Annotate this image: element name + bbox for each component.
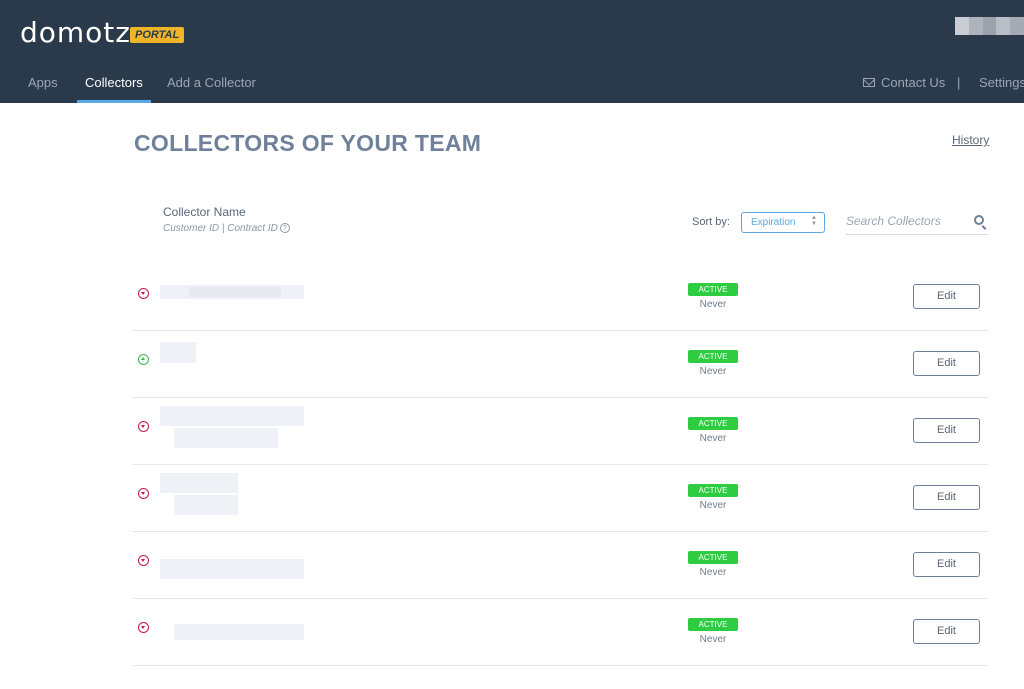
nav-tab-collectors[interactable]: Collectors — [77, 66, 151, 103]
top-bar: domotz PORTAL Apps Collectors Add a Coll… — [0, 0, 1024, 103]
edit-button[interactable]: Edit — [913, 351, 980, 376]
collector-name-redacted — [160, 406, 304, 426]
contact-us-link[interactable]: Contact Us — [863, 66, 945, 103]
status-badge: ACTIVE — [688, 417, 738, 430]
edit-button[interactable]: Edit — [913, 485, 980, 510]
main-nav: Apps Collectors Add a Collector Contact … — [0, 66, 1024, 103]
search-icon[interactable] — [974, 215, 984, 225]
history-link[interactable]: History — [952, 133, 989, 147]
column-subtitle: Customer ID | Contract ID? — [163, 223, 290, 234]
sort-by-label: Sort by: — [692, 216, 730, 228]
status-badge: ACTIVE — [688, 283, 738, 296]
expand-icon[interactable] — [138, 488, 149, 499]
collector-name-redacted — [174, 495, 238, 515]
status-badge: ACTIVE — [688, 551, 738, 564]
mail-icon — [863, 78, 875, 88]
settings-link[interactable]: Settings — [979, 66, 1024, 103]
edit-button[interactable]: Edit — [913, 619, 980, 644]
sort-select-value: Expiration — [751, 217, 796, 228]
collector-name-redacted — [174, 428, 278, 448]
nav-separator: | — [957, 75, 961, 90]
edit-button[interactable]: Edit — [913, 284, 980, 309]
collector-row: ACTIVE Never Edit — [133, 398, 988, 465]
collector-name-redacted — [174, 624, 304, 640]
collector-row: ACTIVE Never Edit — [133, 532, 988, 599]
status-badge: ACTIVE — [688, 350, 738, 363]
page-title: COLLECTORS OF YOUR TEAM — [134, 130, 482, 156]
info-icon[interactable]: ? — [279, 223, 290, 233]
expand-icon[interactable] — [138, 555, 149, 566]
expand-icon[interactable] — [138, 421, 149, 432]
expiry-text: Never — [699, 366, 727, 377]
collector-row: ACTIVE Never Edit — [133, 264, 988, 331]
collapse-icon[interactable] — [138, 354, 149, 365]
expiry-text: Never — [699, 634, 727, 645]
collector-row: ACTIVE Never Edit — [133, 599, 988, 666]
status-badge: ACTIVE — [688, 484, 738, 497]
collector-name-redacted — [160, 559, 304, 579]
sort-select[interactable]: Expiration ▲ ▼ — [741, 212, 825, 233]
column-title: Collector Name — [163, 205, 246, 219]
collector-column-header: Collector Name Customer ID | Contract ID… — [163, 205, 290, 234]
nav-tab-add-collector[interactable]: Add a Collector — [167, 66, 256, 103]
search-input[interactable] — [846, 210, 964, 232]
collector-row: ACTIVE Never Edit — [133, 465, 988, 532]
portal-badge: PORTAL — [130, 27, 185, 43]
logo[interactable]: domotz — [20, 16, 131, 49]
column-subtitle-text: Customer ID | Contract ID — [163, 223, 278, 234]
expiry-text: Never — [699, 433, 727, 444]
collector-name-redacted — [160, 342, 196, 363]
expiry-text: Never — [699, 500, 727, 511]
collector-row: ACTIVE Never Edit — [133, 331, 988, 398]
collector-name-redacted — [160, 473, 238, 493]
expand-icon[interactable] — [138, 622, 149, 633]
expiry-text: Never — [699, 567, 727, 578]
nav-tab-apps[interactable]: Apps — [28, 66, 58, 103]
sort-arrows-icon: ▲ ▼ — [811, 215, 817, 227]
edit-button[interactable]: Edit — [913, 552, 980, 577]
search-box — [846, 210, 988, 235]
edit-button[interactable]: Edit — [913, 418, 980, 443]
user-menu[interactable] — [955, 17, 1024, 35]
expiry-text: Never — [699, 299, 727, 310]
collector-name-redacted — [189, 287, 281, 297]
contact-us-label: Contact Us — [881, 75, 946, 90]
expand-icon[interactable] — [138, 288, 149, 299]
status-badge: ACTIVE — [688, 618, 738, 631]
